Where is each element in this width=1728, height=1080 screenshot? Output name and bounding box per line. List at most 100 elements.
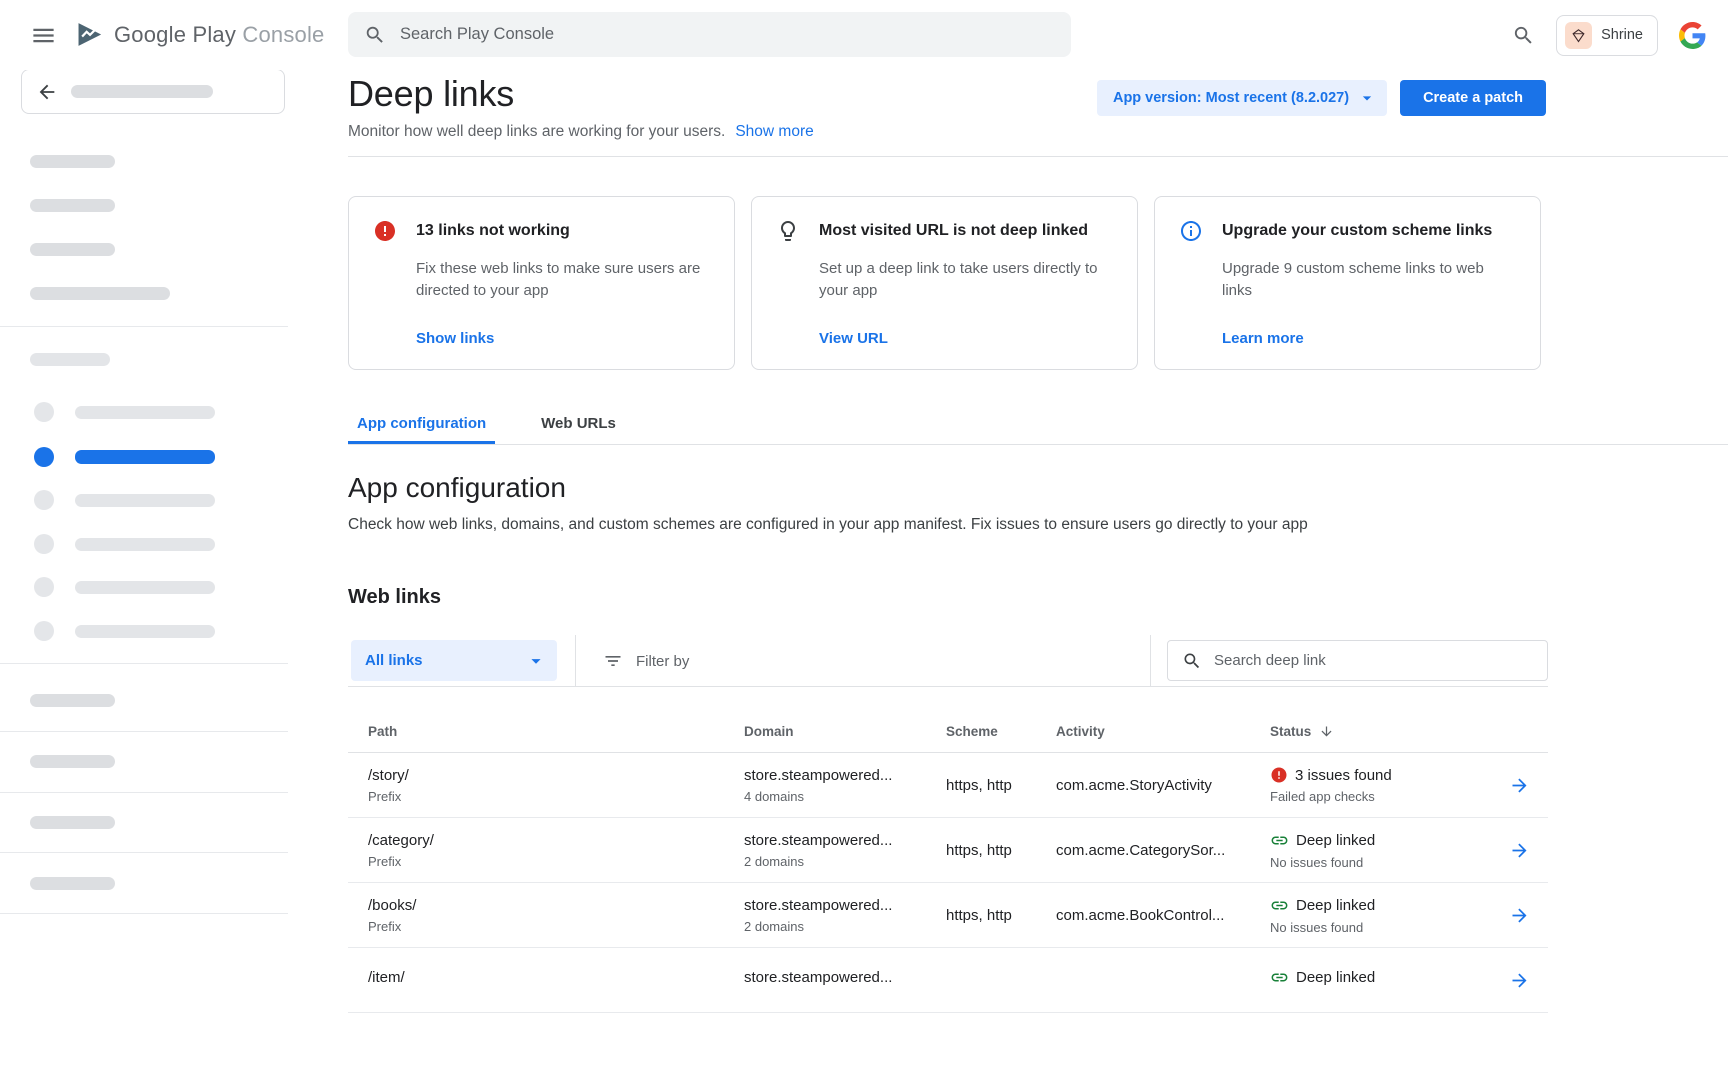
- column-domain[interactable]: Domain: [744, 724, 946, 739]
- deep-link-search[interactable]: [1167, 640, 1548, 681]
- open-row-button[interactable]: [1505, 901, 1534, 930]
- active-nav-item[interactable]: [34, 447, 215, 467]
- app-switcher-chip[interactable]: Shrine: [1556, 15, 1658, 56]
- card-links-not-working: 13 links not working Fix these web links…: [348, 196, 735, 370]
- card-body: Set up a deep link to take users directl…: [819, 258, 1113, 302]
- search-icon: [1182, 651, 1202, 671]
- info-icon: [1179, 219, 1203, 243]
- skeleton-bar: [30, 155, 115, 168]
- filter-separator: [1150, 635, 1151, 687]
- status-value: Deep linked: [1296, 832, 1375, 849]
- domain-count: 2 domains: [744, 919, 946, 934]
- error-icon: [373, 219, 397, 243]
- activity-value: com.acme.StoryActivity: [1056, 777, 1212, 794]
- error-icon: [1270, 766, 1288, 784]
- google-logo[interactable]: [1675, 18, 1710, 53]
- filter-by-button[interactable]: Filter by: [595, 641, 697, 681]
- nav-item-dot-icon: [34, 402, 54, 422]
- table-row[interactable]: /story/Prefix store.steampowered...4 dom…: [348, 753, 1548, 818]
- sidebar-divider: [0, 663, 288, 664]
- domain-value: store.steampowered...: [744, 969, 946, 986]
- nav-item-dot-icon: [34, 447, 54, 467]
- create-patch-button[interactable]: Create a patch: [1400, 80, 1546, 116]
- card-title: 13 links not working: [416, 222, 570, 240]
- skeleton-bar: [30, 243, 115, 256]
- column-scheme[interactable]: Scheme: [946, 724, 1056, 739]
- activity-value: com.acme.BookControl...: [1056, 907, 1224, 924]
- web-links-table: Path Domain Scheme Activity Status /stor…: [348, 687, 1548, 1013]
- column-path[interactable]: Path: [348, 724, 744, 739]
- topbar: Google Play Console Shrine: [0, 0, 1728, 70]
- nav-item-skeleton: [34, 621, 215, 641]
- skeleton-bar: [30, 287, 170, 300]
- search-button[interactable]: [1508, 20, 1539, 51]
- tab-web-urls[interactable]: Web URLs: [532, 409, 625, 444]
- table-row[interactable]: /books/Prefix store.steampowered...2 dom…: [348, 883, 1548, 948]
- arrow-forward-icon: [1509, 775, 1530, 796]
- show-more-link[interactable]: Show more: [735, 123, 813, 140]
- chevron-down-icon: [1357, 88, 1377, 108]
- header-divider: [348, 156, 1728, 157]
- deep-link-search-input[interactable]: [1214, 652, 1533, 669]
- nav-item-skeleton: [34, 577, 215, 597]
- main-content: Deep links Monitor how well deep links a…: [348, 70, 1728, 1013]
- tab-app-configuration[interactable]: App configuration: [348, 409, 495, 444]
- show-links-link[interactable]: Show links: [416, 330, 494, 347]
- topbar-right: Shrine: [1508, 0, 1710, 70]
- open-row-button[interactable]: [1505, 771, 1534, 800]
- column-activity[interactable]: Activity: [1056, 724, 1270, 739]
- skeleton-bar: [75, 538, 215, 551]
- link-icon: [1270, 896, 1289, 915]
- skeleton-bar: [75, 581, 215, 594]
- learn-more-link[interactable]: Learn more: [1222, 330, 1304, 347]
- nav-item-dot-icon: [34, 490, 54, 510]
- table-row[interactable]: /category/Prefix store.steampowered...2 …: [348, 818, 1548, 883]
- status-value: 3 issues found: [1295, 767, 1392, 784]
- table-row[interactable]: /item/ store.steampowered... Deep linked: [348, 948, 1548, 1013]
- play-console-logo[interactable]: Google Play Console: [74, 19, 325, 50]
- section-title: App configuration: [348, 471, 1728, 505]
- search-icon: [364, 24, 386, 46]
- app-version-label: App version: Most recent (8.2.027): [1113, 90, 1349, 106]
- skeleton-bar: [75, 494, 215, 507]
- lightbulb-icon: [776, 219, 800, 243]
- nav-item-dot-icon: [34, 534, 54, 554]
- skeleton-bar: [30, 199, 115, 212]
- domain-count: 4 domains: [744, 789, 946, 804]
- open-row-button[interactable]: [1505, 966, 1534, 995]
- column-status[interactable]: Status: [1270, 724, 1490, 739]
- path-value: /item/: [368, 969, 744, 986]
- app-version-dropdown[interactable]: App version: Most recent (8.2.027): [1097, 80, 1387, 116]
- google-g-icon: [1679, 22, 1706, 49]
- skeleton-bar: [71, 85, 213, 98]
- links-filter-dropdown[interactable]: All links: [351, 640, 557, 681]
- skeleton-bar: [30, 755, 115, 768]
- app-name-label: Shrine: [1601, 27, 1643, 43]
- global-search[interactable]: [348, 12, 1071, 57]
- status-detail: No issues found: [1270, 855, 1490, 870]
- path-type: Prefix: [368, 919, 744, 934]
- nav-item-skeleton: [34, 402, 215, 422]
- card-body: Fix these web links to make sure users a…: [416, 258, 710, 302]
- scheme-value: https, http: [946, 842, 1012, 859]
- arrow-forward-icon: [1509, 905, 1530, 926]
- filter-bar: All links Filter by: [348, 635, 1548, 687]
- web-links-title: Web links: [348, 584, 1728, 610]
- tab-bar: App configuration Web URLs: [348, 409, 1728, 445]
- sidebar-divider: [0, 326, 288, 327]
- page-subtitle: Monitor how well deep links are working …: [348, 123, 725, 140]
- card-upgrade-scheme-links: Upgrade your custom scheme links Upgrade…: [1154, 196, 1541, 370]
- sidebar-divider: [0, 792, 288, 793]
- view-url-link[interactable]: View URL: [819, 330, 888, 347]
- global-search-input[interactable]: [400, 25, 1055, 44]
- card-title: Upgrade your custom scheme links: [1222, 222, 1492, 240]
- skeleton-bar: [30, 877, 115, 890]
- sidebar-divider: [0, 731, 288, 732]
- back-button[interactable]: [21, 69, 285, 114]
- open-row-button[interactable]: [1505, 836, 1534, 865]
- section-description: Check how web links, domains, and custom…: [348, 514, 1728, 535]
- filter-separator: [575, 635, 576, 687]
- menu-button[interactable]: [30, 22, 57, 49]
- skeleton-bar: [30, 694, 115, 707]
- play-console-logo-icon: [74, 19, 105, 50]
